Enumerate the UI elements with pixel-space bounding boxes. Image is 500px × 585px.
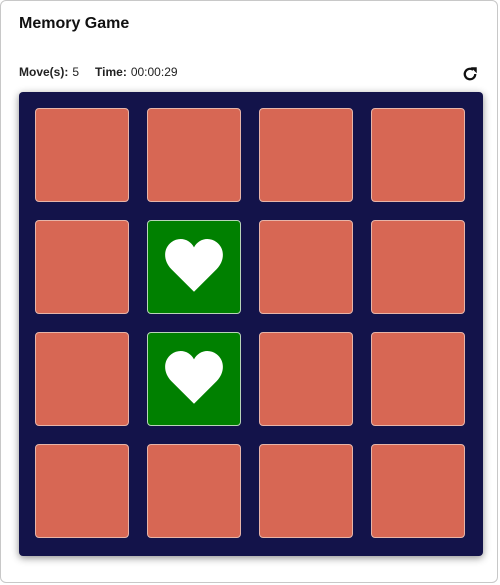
time-value: 00:00:29 <box>130 65 178 79</box>
memory-game-window: Memory Game Move(s): 5 Time: 00:00:29 <box>0 0 498 583</box>
game-board <box>19 92 483 556</box>
card[interactable] <box>35 108 129 202</box>
restart-icon <box>463 67 477 81</box>
card[interactable] <box>147 332 241 426</box>
card[interactable] <box>147 444 241 538</box>
card[interactable] <box>259 332 353 426</box>
card[interactable] <box>259 444 353 538</box>
card[interactable] <box>147 220 241 314</box>
time-label: Time: <box>95 65 127 79</box>
page-title: Memory Game <box>19 15 130 32</box>
game-stats: Move(s): 5 Time: 00:00:29 <box>19 65 194 79</box>
restart-button[interactable] <box>459 63 481 85</box>
card[interactable] <box>259 220 353 314</box>
card[interactable] <box>259 108 353 202</box>
card[interactable] <box>371 220 465 314</box>
moves-label: Move(s): <box>19 65 69 79</box>
moves-value: 5 <box>72 65 80 79</box>
heart-icon <box>165 238 223 292</box>
card[interactable] <box>147 108 241 202</box>
card[interactable] <box>371 444 465 538</box>
card[interactable] <box>371 332 465 426</box>
card[interactable] <box>35 332 129 426</box>
card[interactable] <box>35 444 129 538</box>
card[interactable] <box>371 108 465 202</box>
heart-icon <box>165 350 223 404</box>
card[interactable] <box>35 220 129 314</box>
